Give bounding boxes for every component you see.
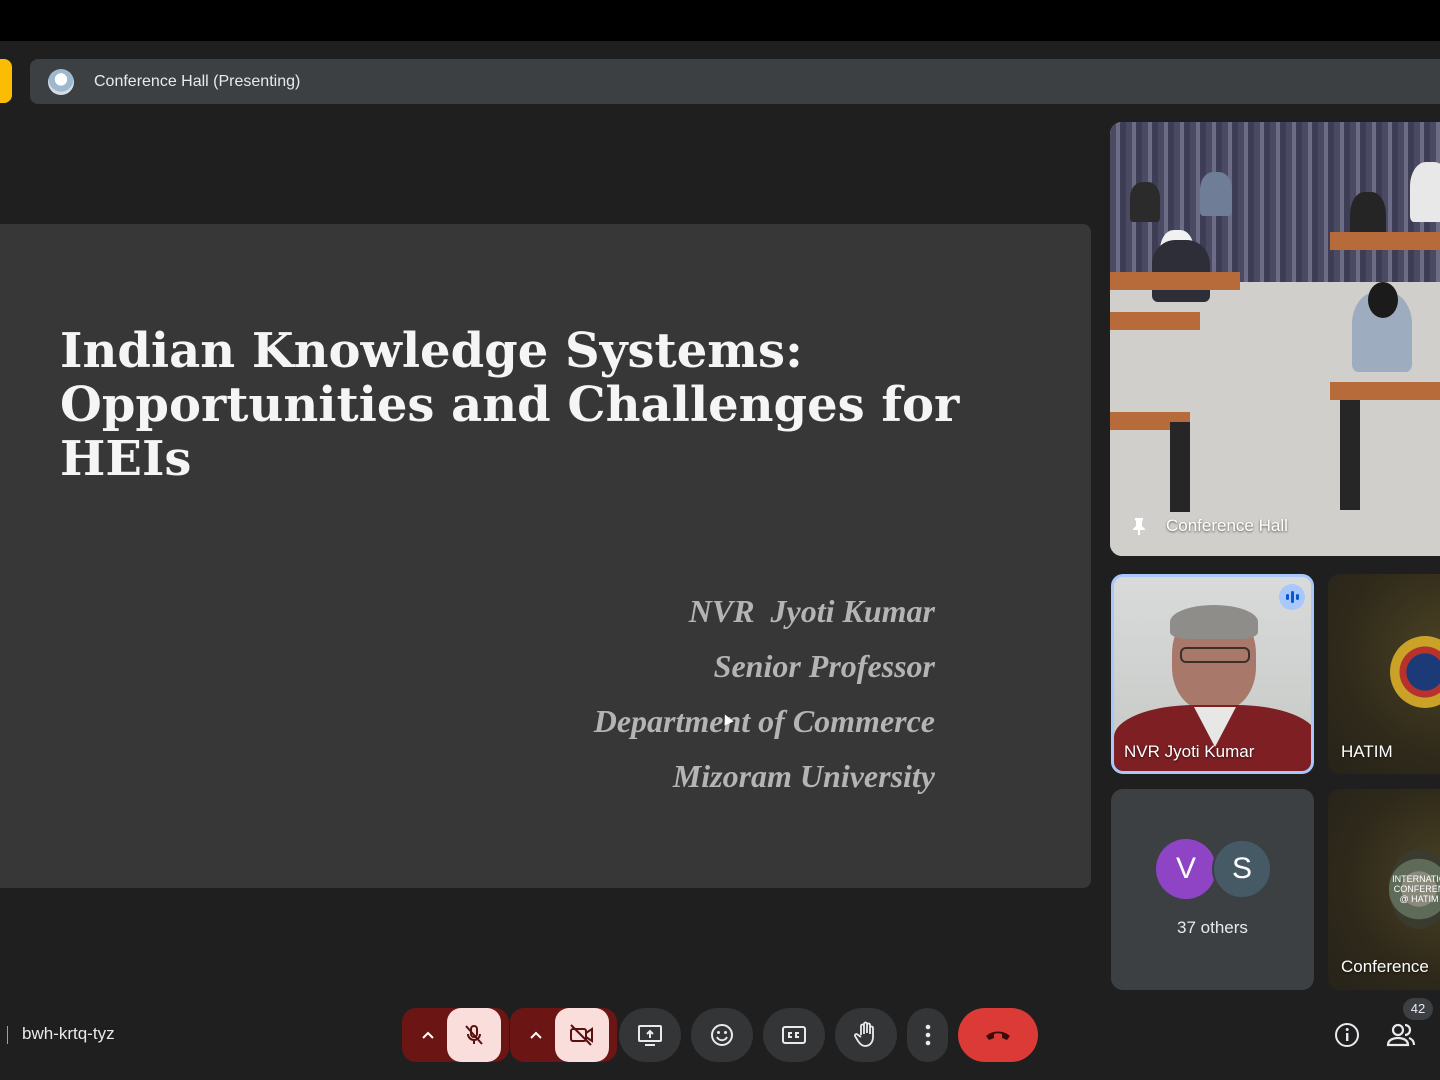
chevron-up-icon — [530, 1031, 542, 1039]
participant-name-conference-hall: Conference Hall — [1166, 516, 1288, 535]
leave-call-button[interactable] — [958, 1008, 1038, 1062]
shared-slide: Indian Knowledge Systems: Opportunities … — [0, 224, 1091, 888]
video-options-button[interactable] — [513, 1008, 559, 1062]
meeting-info-icon[interactable] — [1333, 1021, 1361, 1049]
microphone-toggle-button[interactable] — [447, 1008, 501, 1062]
slide-author-name: NVR Jyoti Kumar — [688, 593, 935, 629]
people-count-badge: 42 — [1403, 998, 1433, 1020]
more-vert-icon — [925, 1024, 930, 1046]
audience-person — [1200, 172, 1232, 216]
present-screen-icon — [638, 1025, 662, 1046]
raise-hand-button[interactable] — [835, 1008, 897, 1062]
audio-options-button[interactable] — [405, 1008, 451, 1062]
audience-person — [1152, 240, 1210, 302]
participant-name-conference: Conference — [1341, 957, 1429, 976]
desk — [1330, 382, 1440, 400]
participant-tile-others[interactable] — [1111, 789, 1314, 990]
desk-leg — [1340, 400, 1360, 510]
emoji-icon — [711, 1024, 733, 1046]
others-count-label: 37 others — [1177, 918, 1248, 937]
slide-author-university: Mizoram University — [672, 758, 935, 794]
participant-name-speaker: NVR Jyoti Kumar — [1124, 742, 1255, 761]
people-icon[interactable] — [1386, 1021, 1416, 1049]
more-options-button[interactable] — [907, 1008, 948, 1062]
closed-captions-icon — [782, 1026, 806, 1044]
presenting-bar[interactable]: Conference Hall (Presenting) — [30, 59, 1440, 104]
mic-off-icon — [465, 1025, 483, 1045]
slide-author-department: Department of Commerce — [593, 703, 935, 739]
desk — [1110, 312, 1200, 330]
meeting-code: bwh-krtq-tyz — [22, 1024, 115, 1043]
desk — [1330, 232, 1440, 250]
pin-icon — [1133, 518, 1145, 535]
slide-author-block: NVR Jyoti Kumar Senior Professor Departm… — [594, 586, 935, 806]
slide-author-title: Senior Professor — [713, 648, 935, 684]
camera-toggle-button[interactable] — [555, 1008, 609, 1062]
avatar: S — [1212, 839, 1272, 899]
slide-title-line: Indian Knowledge Systems: — [60, 323, 803, 379]
audience-person — [1368, 282, 1398, 318]
presenter-avatar — [48, 68, 74, 95]
slide-title-line: Opportunities and Challenges for — [60, 377, 960, 433]
chevron-up-icon — [422, 1031, 434, 1039]
captions-button[interactable] — [763, 1008, 825, 1062]
conference-logo: INTERNATIO CONFEREN @ HATIM — [1389, 849, 1440, 929]
slide-title: Indian Knowledge Systems: Opportunities … — [60, 324, 1060, 486]
presenting-title: Conference Hall (Presenting) — [94, 72, 301, 90]
raise-hand-icon — [854, 1021, 874, 1047]
present-screen-button[interactable] — [619, 1008, 681, 1062]
camera-off-icon — [570, 1024, 593, 1046]
desk — [1110, 272, 1240, 290]
speaking-indicator-icon — [1279, 584, 1305, 610]
desk-leg — [1170, 422, 1190, 512]
participant-tile-conference-hall[interactable] — [1110, 122, 1440, 556]
avatar: V — [1156, 839, 1216, 899]
divider — [7, 1026, 8, 1044]
hang-up-icon — [986, 1031, 1010, 1040]
participant-name-hatim: HATIM — [1341, 742, 1393, 761]
reactions-button[interactable] — [691, 1008, 753, 1062]
slide-title-line: HEIs — [60, 431, 192, 487]
audience-person — [1410, 162, 1440, 222]
sidebar-toggle-tab[interactable] — [0, 59, 12, 103]
audience-person — [1130, 182, 1160, 222]
